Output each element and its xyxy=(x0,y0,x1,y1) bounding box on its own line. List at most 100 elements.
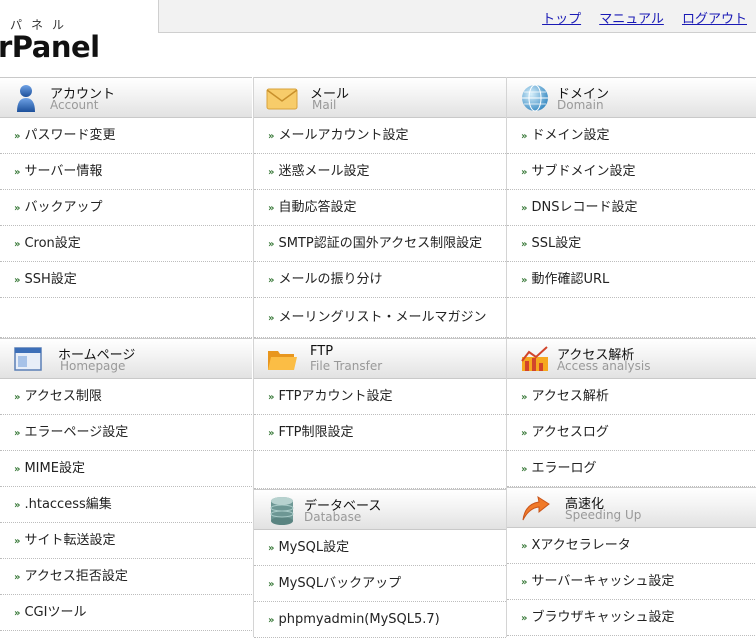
section-header-speed: 高速化 Speeding Up xyxy=(507,487,756,528)
access-menu: » アクセス解析 » アクセスログ » エラーログ xyxy=(507,379,756,487)
double-chevron-icon: » xyxy=(521,203,528,214)
menu-item-x-accelerator[interactable]: » Xアクセラレータ xyxy=(507,528,756,564)
column-3: ドメイン Domain » ドメイン設定 » サブドメイン設定 » DNSレコード設定… xyxy=(506,77,756,637)
top-bar: トップ マニュアル ログアウト xyxy=(158,0,756,33)
menu-item-dns[interactable]: » DNSレコード設定 xyxy=(507,190,756,226)
double-chevron-icon: » xyxy=(14,131,21,142)
chart-icon xyxy=(521,346,548,371)
double-chevron-icon: » xyxy=(14,572,21,583)
double-chevron-icon: » xyxy=(268,428,275,439)
menu-item-access-log[interactable]: » アクセスログ xyxy=(507,415,756,451)
double-chevron-icon: » xyxy=(14,203,21,214)
menu-item-server-info[interactable]: » サーバー情報 xyxy=(0,154,252,190)
menu-item-mail-account[interactable]: » メールアカウント設定 xyxy=(254,118,506,154)
menu-item-error-page[interactable]: » エラーページ設定 xyxy=(0,415,252,451)
mail-menu: » メールアカウント設定 » 迷惑メール設定 » 自動応答設定 » SMTP認証の国外ア… xyxy=(254,118,506,338)
double-chevron-icon: » xyxy=(521,131,528,142)
section-header-account: アカウント Account xyxy=(0,77,252,118)
database-icon xyxy=(270,497,294,525)
menu-item-cgi-tools[interactable]: » CGIツール xyxy=(0,595,252,631)
double-chevron-icon: » xyxy=(521,464,528,475)
menu-item-server-cache[interactable]: » サーバーキャッシュ設定 xyxy=(507,564,756,600)
domain-menu: » ドメイン設定 » サブドメイン設定 » DNSレコード設定 » SSL設定 » 動作確… xyxy=(507,118,756,338)
menu-item-access-deny[interactable]: » アクセス拒否設定 xyxy=(0,559,252,595)
double-chevron-icon: » xyxy=(521,541,528,552)
double-chevron-icon: » xyxy=(521,275,528,286)
double-chevron-icon: » xyxy=(268,579,275,590)
double-chevron-icon: » xyxy=(268,167,275,178)
section-header-domain: ドメイン Domain xyxy=(507,77,756,118)
double-chevron-icon: » xyxy=(268,392,275,403)
menu-item-cron[interactable]: » Cron設定 xyxy=(0,226,252,262)
double-chevron-icon: » xyxy=(14,536,21,547)
top-link[interactable]: トップ xyxy=(542,12,581,27)
section-header-homepage: ホームページ Homepage xyxy=(0,338,252,379)
section-title: FTP xyxy=(310,344,334,359)
homepage-menu: » アクセス制限 » エラーページ設定 » MIME設定 » .htaccess編集 »… xyxy=(0,379,252,631)
menu-item-browser-cache[interactable]: » ブラウザキャッシュ設定 xyxy=(507,600,756,636)
ftp-menu: » FTPアカウント設定 » FTP制限設定 xyxy=(254,379,506,489)
menu-item-test-url[interactable]: » 動作確認URL xyxy=(507,262,756,298)
menu-item-mysql-backup[interactable]: » MySQLバックアップ xyxy=(254,566,506,602)
menu-item-mysql[interactable]: » MySQL設定 xyxy=(254,530,506,566)
menu-item-ftp-restriction[interactable]: » FTP制限設定 xyxy=(254,415,506,451)
logout-link[interactable]: ログアウト xyxy=(682,12,747,27)
browser-window-icon xyxy=(14,347,42,371)
manual-link[interactable]: マニュアル xyxy=(599,12,664,27)
menu-item-ftp-account[interactable]: » FTPアカウント設定 xyxy=(254,379,506,415)
menu-item-htaccess[interactable]: » .htaccess編集 xyxy=(0,487,252,523)
menu-item-ssh[interactable]: » SSH設定 xyxy=(0,262,252,298)
menu-item-domain[interactable]: » ドメイン設定 xyxy=(507,118,756,154)
folder-icon xyxy=(268,351,297,370)
menu-filler xyxy=(507,298,756,338)
menu-item-password[interactable]: » パスワード変更 xyxy=(0,118,252,154)
double-chevron-icon: » xyxy=(521,613,528,624)
menu-item-smtp-restriction[interactable]: » SMTP認証の国外アクセス制限設定 xyxy=(254,226,506,262)
logo-text[interactable]: rPanel xyxy=(0,30,100,64)
menu-item-autoreply[interactable]: » 自動応答設定 xyxy=(254,190,506,226)
double-chevron-icon: » xyxy=(268,275,275,286)
double-chevron-icon: » xyxy=(268,203,275,214)
double-chevron-icon: » xyxy=(521,167,528,178)
menu-item-error-log[interactable]: » エラーログ xyxy=(507,451,756,487)
double-chevron-icon: » xyxy=(268,543,275,554)
double-chevron-icon: » xyxy=(268,615,275,626)
section-subtitle: Speeding Up xyxy=(565,508,642,522)
envelope-icon xyxy=(266,88,298,110)
section-subtitle: Access analysis xyxy=(557,359,651,373)
double-chevron-icon: » xyxy=(268,239,275,250)
section-header-database: データベース Database xyxy=(254,489,506,530)
user-icon xyxy=(17,85,35,112)
menu-item-mail-filter[interactable]: » メールの振り分け xyxy=(254,262,506,298)
double-chevron-icon: » xyxy=(14,275,21,286)
menu-item-site-redirect[interactable]: » サイト転送設定 xyxy=(0,523,252,559)
account-menu: » パスワード変更 » サーバー情報 » バックアップ » Cron設定 » SSH設定 xyxy=(0,118,252,338)
double-chevron-icon: » xyxy=(14,239,21,250)
menu-item-mailing-list[interactable]: » メーリングリスト・メールマガジン xyxy=(254,298,506,338)
menu-item-access-restriction[interactable]: » アクセス制限 xyxy=(0,379,252,415)
menu-item-mime[interactable]: » MIME設定 xyxy=(0,451,252,487)
section-subtitle: Domain xyxy=(557,98,604,112)
section-header-ftp: FTP File Transfer xyxy=(254,338,506,379)
column-1: アカウント Account » パスワード変更 » サーバー情報 » バックアップ »… xyxy=(0,77,252,631)
double-chevron-icon: » xyxy=(521,577,528,588)
speed-arrow-icon xyxy=(522,495,550,521)
database-menu: » MySQL設定 » MySQLバックアップ » phpmyadmin(MySQL5… xyxy=(254,530,506,638)
logo-area: パネル rPanel xyxy=(0,0,158,77)
menu-item-access-analysis[interactable]: » アクセス解析 xyxy=(507,379,756,415)
menu-item-phpmyadmin[interactable]: » phpmyadmin(MySQL5.7) xyxy=(254,602,506,638)
double-chevron-icon: » xyxy=(14,392,21,403)
speed-menu: » Xアクセラレータ » サーバーキャッシュ設定 » ブラウザキャッシュ設定 xyxy=(507,528,756,636)
menu-item-backup[interactable]: » バックアップ xyxy=(0,190,252,226)
section-subtitle: Homepage xyxy=(60,359,126,373)
section-header-mail: メール Mail xyxy=(254,77,506,118)
double-chevron-icon: » xyxy=(521,239,528,250)
menu-filler xyxy=(0,298,252,338)
menu-item-ssl[interactable]: » SSL設定 xyxy=(507,226,756,262)
double-chevron-icon: » xyxy=(14,608,21,619)
column-2: メール Mail » メールアカウント設定 » 迷惑メール設定 » 自動応答設定 » S… xyxy=(253,77,506,638)
menu-item-subdomain[interactable]: » サブドメイン設定 xyxy=(507,154,756,190)
globe-icon xyxy=(522,84,548,112)
menu-item-spam[interactable]: » 迷惑メール設定 xyxy=(254,154,506,190)
section-header-access-analysis: アクセス解析 Access analysis xyxy=(507,338,756,379)
